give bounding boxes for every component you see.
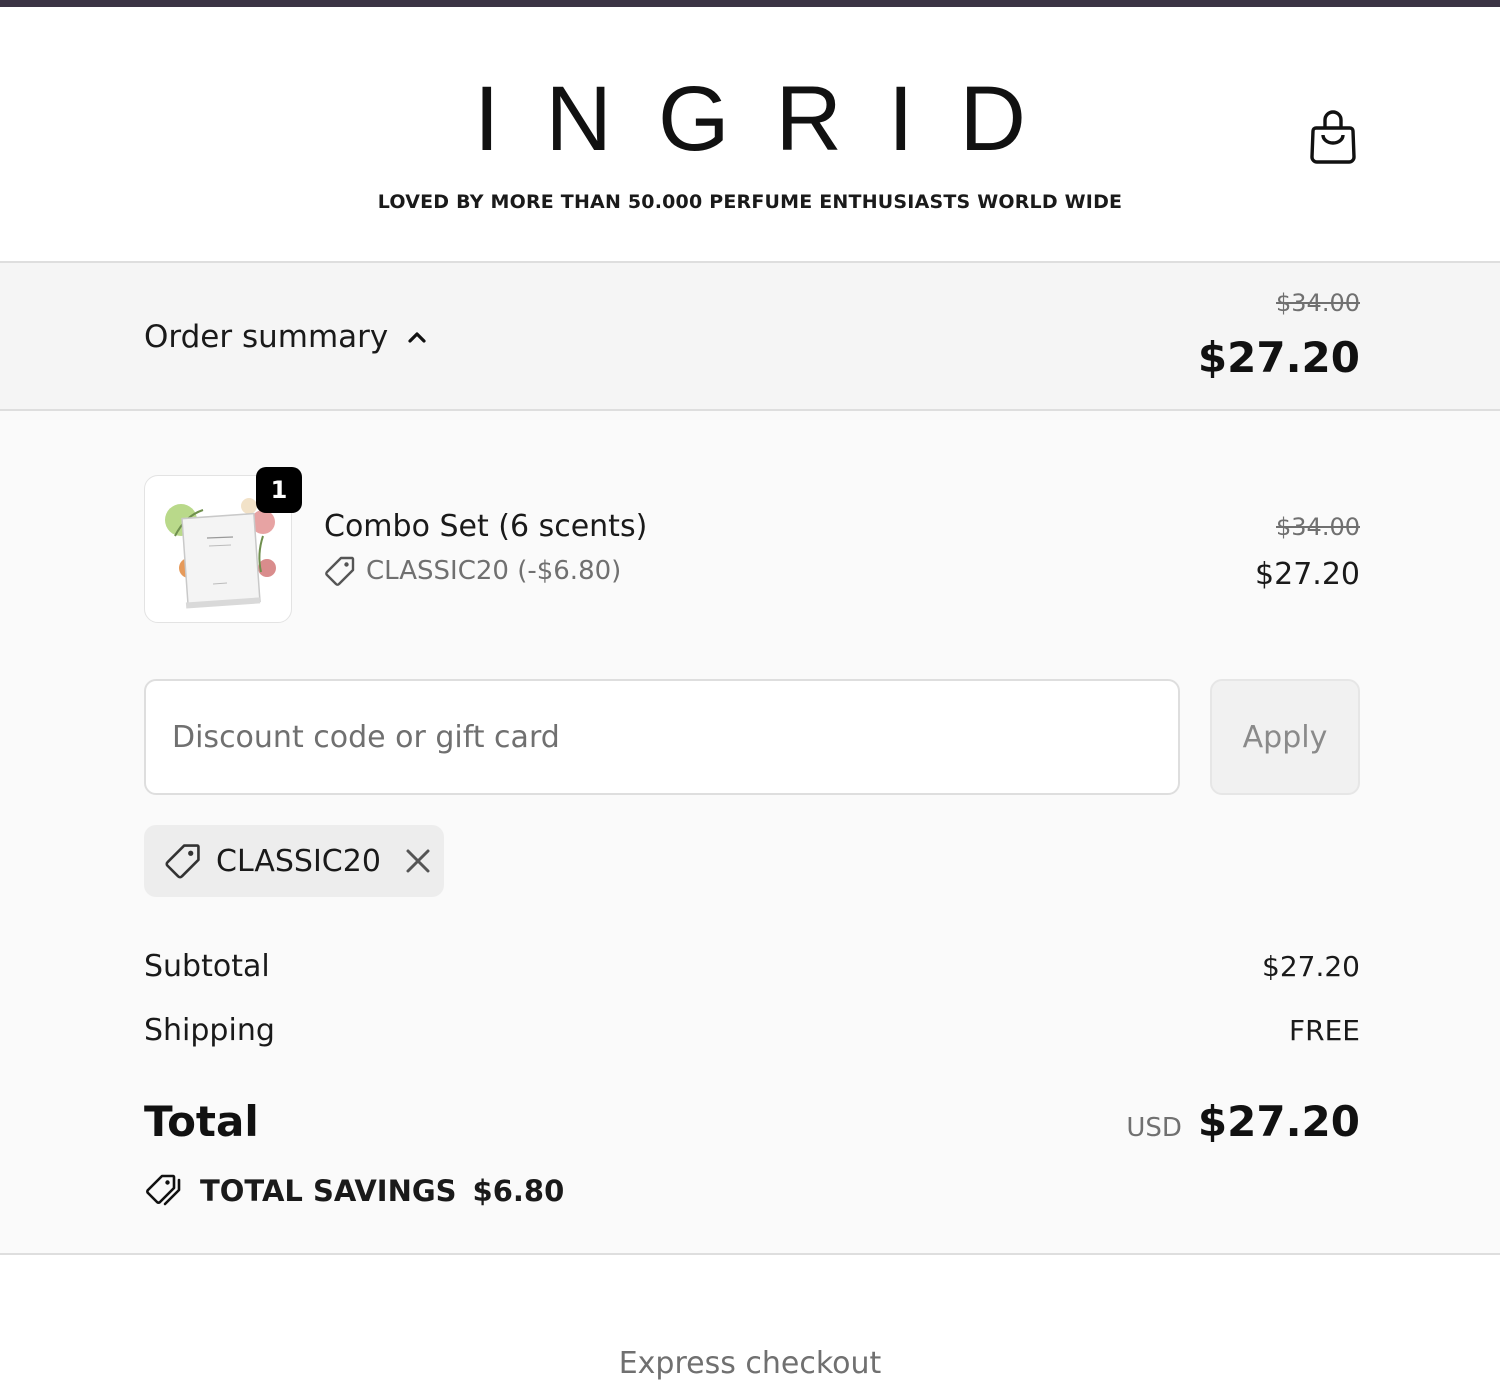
discount-form: Apply [144, 679, 1360, 795]
discount-code-input[interactable] [144, 679, 1180, 795]
brand-logo[interactable]: INGRID [0, 73, 1500, 165]
total-row: Total USD $27.20 [144, 1097, 1360, 1146]
item-original-price: $34.00 [1276, 513, 1360, 541]
product-title: Combo Set (6 scents) [324, 509, 648, 544]
tag-icon [165, 844, 200, 879]
shipping-label: Shipping [144, 1013, 275, 1048]
total-label: Total [144, 1097, 259, 1146]
top-accent-strip [0, 0, 1500, 7]
shopping-bag-icon [1310, 110, 1356, 164]
order-summary-bar: Order summary $34.00 $27.20 [0, 261, 1500, 411]
summary-original-total: $34.00 [1276, 289, 1360, 317]
subtotal-row: Subtotal $27.20 [144, 949, 1360, 984]
apply-button[interactable]: Apply [1210, 679, 1360, 795]
tags-icon [146, 1174, 181, 1206]
chevron-up-icon [408, 332, 426, 343]
quantity-badge: 1 [256, 467, 302, 513]
tag-icon [325, 556, 355, 586]
shipping-value: FREE [1289, 1014, 1360, 1047]
site-header: INGRID LOVED BY MORE THAN 50.000 PERFUME… [0, 7, 1500, 261]
shipping-row: Shipping FREE [144, 1013, 1360, 1048]
line-item: 1 Combo Set (6 scents) CLASSIC20 (-$6.80… [144, 467, 1360, 625]
express-checkout-heading: Express checkout [618, 1346, 882, 1381]
total-savings-value: $6.80 [472, 1174, 565, 1208]
applied-discount-code: CLASSIC20 [216, 843, 381, 879]
order-summary-panel: 1 Combo Set (6 scents) CLASSIC20 (-$6.80… [0, 411, 1500, 1255]
total-value: $27.20 [1197, 1097, 1360, 1146]
order-summary-label: Order summary [144, 319, 389, 355]
close-icon[interactable] [403, 846, 433, 876]
applied-discount-chip: CLASSIC20 [144, 825, 444, 897]
order-summary-toggle[interactable]: Order summary [144, 319, 428, 355]
item-price: $27.20 [1255, 557, 1360, 592]
total-savings-label: TOTAL SAVINGS [200, 1174, 457, 1208]
item-discount-text: CLASSIC20 (-$6.80) [366, 556, 622, 586]
summary-total: $27.20 [1197, 333, 1360, 382]
currency-code: USD [1126, 1113, 1182, 1143]
item-discount: CLASSIC20 (-$6.80) [324, 555, 621, 587]
cart-button[interactable] [1308, 107, 1358, 165]
total-savings: TOTAL SAVINGS $6.80 [144, 1173, 564, 1209]
subtotal-label: Subtotal [144, 949, 270, 984]
brand-tagline: LOVED BY MORE THAN 50.000 PERFUME ENTHUS… [377, 191, 1123, 213]
subtotal-value: $27.20 [1262, 950, 1360, 983]
